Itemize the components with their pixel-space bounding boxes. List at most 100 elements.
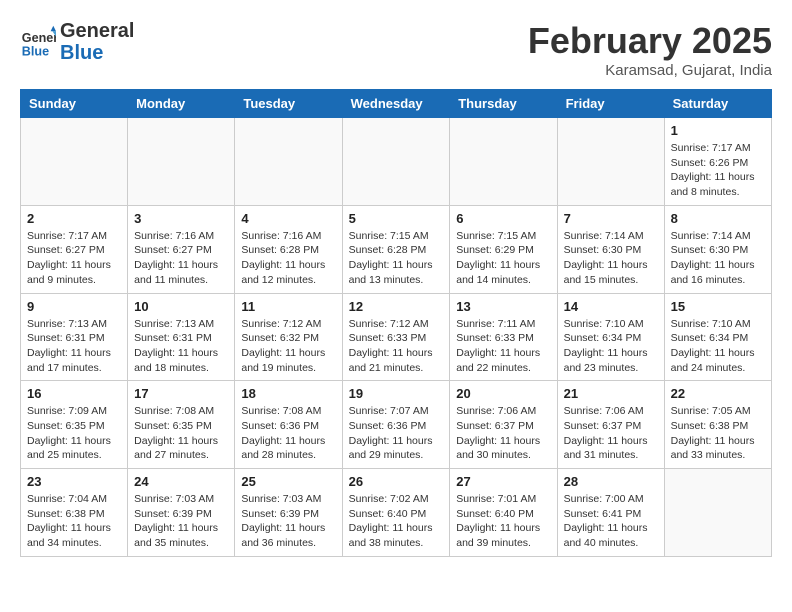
- calendar-day-cell: 28 Sunrise: 7:00 AM Sunset: 6:41 PM Dayli…: [557, 469, 664, 557]
- logo-line1: General: [60, 20, 134, 42]
- calendar-week-row: 23 Sunrise: 7:04 AM Sunset: 6:38 PM Dayli…: [21, 469, 772, 557]
- day-info: Sunrise: 7:16 AM Sunset: 6:27 PM Dayligh…: [134, 229, 228, 288]
- day-number: 3: [134, 211, 228, 226]
- day-number: 26: [349, 474, 444, 489]
- calendar-day-cell: 23 Sunrise: 7:04 AM Sunset: 6:38 PM Dayli…: [21, 469, 128, 557]
- day-info: Sunrise: 7:05 AM Sunset: 6:38 PM Dayligh…: [671, 404, 765, 463]
- calendar-table: SundayMondayTuesdayWednesdayThursdayFrid…: [20, 89, 772, 557]
- weekday-header: Friday: [557, 90, 664, 118]
- calendar-day-cell: [450, 118, 557, 206]
- day-info: Sunrise: 7:06 AM Sunset: 6:37 PM Dayligh…: [456, 404, 550, 463]
- day-number: 18: [241, 386, 335, 401]
- day-number: 28: [564, 474, 658, 489]
- day-info: Sunrise: 7:03 AM Sunset: 6:39 PM Dayligh…: [241, 492, 335, 551]
- logo-line2: Blue: [60, 42, 134, 64]
- day-number: 2: [27, 211, 121, 226]
- calendar-day-cell: 13 Sunrise: 7:11 AM Sunset: 6:33 PM Dayli…: [450, 293, 557, 381]
- day-number: 15: [671, 299, 765, 314]
- day-number: 23: [27, 474, 121, 489]
- day-info: Sunrise: 7:08 AM Sunset: 6:35 PM Dayligh…: [134, 404, 228, 463]
- day-number: 7: [564, 211, 658, 226]
- day-number: 1: [671, 123, 765, 138]
- calendar-day-cell: 10 Sunrise: 7:13 AM Sunset: 6:31 PM Dayli…: [128, 293, 235, 381]
- calendar-day-cell: 14 Sunrise: 7:10 AM Sunset: 6:34 PM Dayli…: [557, 293, 664, 381]
- day-info: Sunrise: 7:00 AM Sunset: 6:41 PM Dayligh…: [564, 492, 658, 551]
- calendar-day-cell: [128, 118, 235, 206]
- day-number: 11: [241, 299, 335, 314]
- calendar-day-cell: 8 Sunrise: 7:14 AM Sunset: 6:30 PM Daylig…: [664, 205, 771, 293]
- day-number: 20: [456, 386, 550, 401]
- day-number: 14: [564, 299, 658, 314]
- calendar-day-cell: 6Sunrise: 7:15 AM Sunset: 6:29 PM Daylig…: [450, 205, 557, 293]
- day-info: Sunrise: 7:03 AM Sunset: 6:39 PM Dayligh…: [134, 492, 228, 551]
- calendar-day-cell: 12Sunrise: 7:12 AM Sunset: 6:33 PM Dayli…: [342, 293, 450, 381]
- day-number: 16: [27, 386, 121, 401]
- day-number: 17: [134, 386, 228, 401]
- day-info: Sunrise: 7:13 AM Sunset: 6:31 PM Dayligh…: [134, 317, 228, 376]
- day-info: Sunrise: 7:15 AM Sunset: 6:28 PM Dayligh…: [349, 229, 444, 288]
- calendar-day-cell: 19 Sunrise: 7:07 AM Sunset: 6:36 PM Dayli…: [342, 381, 450, 469]
- day-number: 5: [349, 211, 444, 226]
- calendar-day-cell: 26 Sunrise: 7:02 AM Sunset: 6:40 PM Dayli…: [342, 469, 450, 557]
- day-number: 24: [134, 474, 228, 489]
- weekday-header: Thursday: [450, 90, 557, 118]
- day-info: Sunrise: 7:14 AM Sunset: 6:30 PM Dayligh…: [564, 229, 658, 288]
- day-info: Sunrise: 7:09 AM Sunset: 6:35 PM Dayligh…: [27, 404, 121, 463]
- day-number: 19: [349, 386, 444, 401]
- calendar-day-cell: 21Sunrise: 7:06 AM Sunset: 6:37 PM Dayli…: [557, 381, 664, 469]
- svg-text:Blue: Blue: [22, 45, 49, 59]
- day-info: Sunrise: 7:02 AM Sunset: 6:40 PM Dayligh…: [349, 492, 444, 551]
- day-number: 27: [456, 474, 550, 489]
- location-subtitle: Karamsad, Gujarat, India: [528, 62, 772, 79]
- calendar-day-cell: 3 Sunrise: 7:16 AM Sunset: 6:27 PM Daylig…: [128, 205, 235, 293]
- calendar-day-cell: 11 Sunrise: 7:12 AM Sunset: 6:32 PM Dayli…: [235, 293, 342, 381]
- day-info: Sunrise: 7:08 AM Sunset: 6:36 PM Dayligh…: [241, 404, 335, 463]
- calendar-day-cell: [557, 118, 664, 206]
- calendar-day-cell: 1 Sunrise: 7:17 AM Sunset: 6:26 PM Daylig…: [664, 118, 771, 206]
- calendar-day-cell: 4 Sunrise: 7:16 AM Sunset: 6:28 PM Daylig…: [235, 205, 342, 293]
- calendar-day-cell: 17 Sunrise: 7:08 AM Sunset: 6:35 PM Dayli…: [128, 381, 235, 469]
- day-info: Sunrise: 7:12 AM Sunset: 6:32 PM Dayligh…: [241, 317, 335, 376]
- day-info: Sunrise: 7:14 AM Sunset: 6:30 PM Dayligh…: [671, 229, 765, 288]
- calendar-day-cell: [21, 118, 128, 206]
- day-number: 8: [671, 211, 765, 226]
- day-info: Sunrise: 7:11 AM Sunset: 6:33 PM Dayligh…: [456, 317, 550, 376]
- svg-text:General: General: [22, 31, 56, 45]
- weekday-header: Sunday: [21, 90, 128, 118]
- day-number: 10: [134, 299, 228, 314]
- day-info: Sunrise: 7:13 AM Sunset: 6:31 PM Dayligh…: [27, 317, 121, 376]
- calendar-day-cell: 15 Sunrise: 7:10 AM Sunset: 6:34 PM Dayli…: [664, 293, 771, 381]
- calendar-day-cell: 5 Sunrise: 7:15 AM Sunset: 6:28 PM Daylig…: [342, 205, 450, 293]
- day-number: 25: [241, 474, 335, 489]
- calendar-day-cell: 25 Sunrise: 7:03 AM Sunset: 6:39 PM Dayli…: [235, 469, 342, 557]
- calendar-day-cell: 16 Sunrise: 7:09 AM Sunset: 6:35 PM Dayli…: [21, 381, 128, 469]
- calendar-day-cell: 2 Sunrise: 7:17 AM Sunset: 6:27 PM Daylig…: [21, 205, 128, 293]
- day-number: 9: [27, 299, 121, 314]
- day-number: 21: [564, 386, 658, 401]
- day-info: Sunrise: 7:10 AM Sunset: 6:34 PM Dayligh…: [564, 317, 658, 376]
- day-info: Sunrise: 7:10 AM Sunset: 6:34 PM Dayligh…: [671, 317, 765, 376]
- day-info: Sunrise: 7:17 AM Sunset: 6:26 PM Dayligh…: [671, 141, 765, 200]
- calendar-day-cell: 24 Sunrise: 7:03 AM Sunset: 6:39 PM Dayli…: [128, 469, 235, 557]
- weekday-header: Monday: [128, 90, 235, 118]
- calendar-week-row: 16 Sunrise: 7:09 AM Sunset: 6:35 PM Dayli…: [21, 381, 772, 469]
- title-block: February 2025 Karamsad, Gujarat, India: [528, 20, 772, 79]
- calendar-week-row: 1 Sunrise: 7:17 AM Sunset: 6:26 PM Daylig…: [21, 118, 772, 206]
- day-number: 4: [241, 211, 335, 226]
- day-info: Sunrise: 7:17 AM Sunset: 6:27 PM Dayligh…: [27, 229, 121, 288]
- month-year-title: February 2025: [528, 20, 772, 62]
- calendar-week-row: 9 Sunrise: 7:13 AM Sunset: 6:31 PM Daylig…: [21, 293, 772, 381]
- day-number: 12: [349, 299, 444, 314]
- day-info: Sunrise: 7:04 AM Sunset: 6:38 PM Dayligh…: [27, 492, 121, 551]
- calendar-day-cell: [664, 469, 771, 557]
- day-info: Sunrise: 7:07 AM Sunset: 6:36 PM Dayligh…: [349, 404, 444, 463]
- day-number: 13: [456, 299, 550, 314]
- calendar-day-cell: 9 Sunrise: 7:13 AM Sunset: 6:31 PM Daylig…: [21, 293, 128, 381]
- day-info: Sunrise: 7:16 AM Sunset: 6:28 PM Dayligh…: [241, 229, 335, 288]
- weekday-header: Wednesday: [342, 90, 450, 118]
- calendar-day-cell: 20 Sunrise: 7:06 AM Sunset: 6:37 PM Dayli…: [450, 381, 557, 469]
- calendar-day-cell: 18 Sunrise: 7:08 AM Sunset: 6:36 PM Dayli…: [235, 381, 342, 469]
- calendar-header-row: SundayMondayTuesdayWednesdayThursdayFrid…: [21, 90, 772, 118]
- day-number: 22: [671, 386, 765, 401]
- logo-icon: General Blue: [20, 24, 56, 60]
